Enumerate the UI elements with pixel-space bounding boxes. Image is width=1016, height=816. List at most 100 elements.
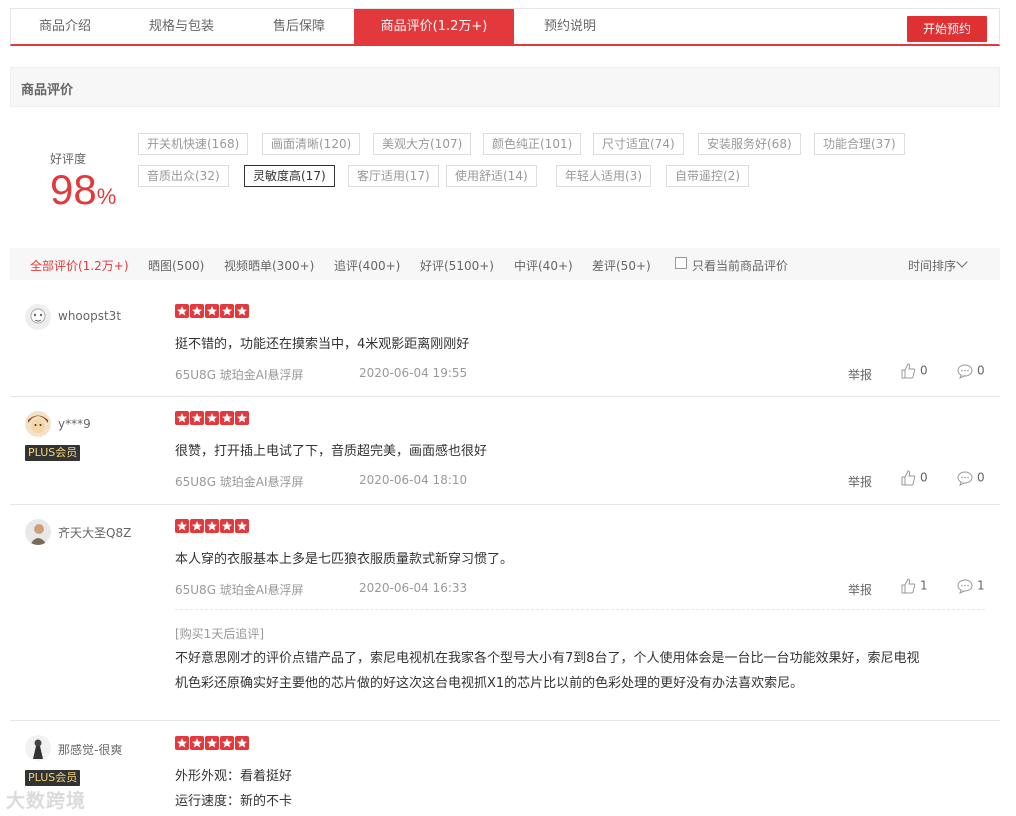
review-text-line: 运行速度：新的不卡	[175, 794, 293, 809]
comment-button[interactable]: 0	[957, 363, 985, 379]
star-icon	[175, 519, 189, 533]
review-text: 本人穿的衣服基本上多是七匹狼衣服质量款式新穿习惯了。	[175, 552, 514, 567]
plus-member-badge: PLUS会员	[25, 770, 81, 786]
review-date: 2020-06-04 19:55	[359, 366, 468, 380]
review-text: 很赞，打开插上电试了下，音质超完美，画面感也很好	[175, 444, 488, 459]
star-icon	[220, 411, 234, 425]
filter-photos[interactable]: 晒图(500)	[148, 257, 204, 274]
star-icon	[205, 304, 219, 318]
review-item: whoopst3t 挺不错的，功能还在摸索当中，4米观影距离刚刚好 65U8G …	[10, 290, 1000, 397]
tab-reviews[interactable]: 商品评价(1.2万+)	[354, 9, 514, 45]
filter-positive[interactable]: 好评(5100+)	[420, 257, 494, 274]
thumbs-up-icon	[901, 470, 916, 486]
report-link[interactable]: 举报	[848, 473, 872, 490]
tag-item[interactable]: 音质出众(32)	[138, 165, 229, 187]
star-icon	[175, 304, 189, 318]
star-rating	[175, 519, 250, 533]
tab-booking-info[interactable]: 预约说明	[514, 9, 626, 45]
review-filter-bar: 全部评价(1.2万+) 晒图(500) 视频晒单(300+) 追评(400+) …	[10, 248, 1000, 280]
star-icon	[175, 411, 189, 425]
rating-value: 98%	[50, 166, 117, 213]
tag-item[interactable]: 自带遥控(2)	[666, 165, 749, 187]
tag-item[interactable]: 开关机快速(168)	[138, 133, 249, 155]
product-tab-bar: 商品介绍 规格与包装 售后保障 商品评价(1.2万+) 预约说明 开始预约	[10, 8, 1000, 46]
tag-item-selected[interactable]: 灵敏度高(17)	[244, 165, 335, 187]
comment-button[interactable]: 0	[957, 470, 985, 486]
report-link[interactable]: 举报	[848, 366, 872, 383]
tag-item[interactable]: 使用舒适(14)	[446, 165, 537, 187]
username[interactable]: 那感觉-很爽	[58, 741, 122, 758]
username[interactable]: y***9	[58, 417, 91, 431]
review-date: 2020-06-04 18:10	[359, 473, 468, 487]
star-icon	[220, 304, 234, 318]
review-date: 2020-06-04 16:33	[359, 581, 468, 595]
review-text: 挺不错的，功能还在摸索当中，4米观影距离刚刚好	[175, 337, 470, 352]
only-current-checkbox[interactable]	[675, 257, 687, 269]
star-icon	[190, 411, 204, 425]
rating-label: 好评度	[50, 152, 87, 166]
tab-product-intro[interactable]: 商品介绍	[11, 9, 119, 45]
avatar	[25, 411, 51, 437]
tag-item[interactable]: 客厅适用(17)	[348, 165, 439, 187]
section-title: 商品评价	[21, 83, 74, 98]
report-link[interactable]: 举报	[848, 581, 872, 598]
tag-item[interactable]: 画面清晰(120)	[262, 133, 361, 155]
avatar	[25, 304, 51, 330]
plus-member-badge: PLUS会员	[25, 445, 81, 461]
filter-neutral[interactable]: 中评(40+)	[514, 257, 573, 274]
filter-followup[interactable]: 追评(400+)	[334, 257, 400, 274]
star-rating	[175, 736, 250, 750]
star-icon	[235, 411, 249, 425]
product-variant: 65U8G 琥珀金AI悬浮屏	[175, 583, 304, 597]
star-icon	[235, 519, 249, 533]
filter-all[interactable]: 全部评价(1.2万+)	[30, 257, 129, 274]
star-icon	[235, 304, 249, 318]
username[interactable]: whoopst3t	[58, 309, 121, 323]
star-icon	[220, 736, 234, 750]
sort-by-time[interactable]: 时间排序	[908, 257, 956, 274]
tag-item[interactable]: 安装服务好(68)	[698, 133, 801, 155]
tag-item[interactable]: 尺寸适宜(74)	[593, 133, 684, 155]
star-icon	[205, 736, 219, 750]
chevron-down-icon	[956, 256, 968, 268]
tab-spec-package[interactable]: 规格与包装	[119, 9, 244, 45]
avatar	[25, 735, 51, 761]
review-meta: 65U8G 琥珀金AI悬浮屏 2020-06-04 19:55	[175, 366, 467, 383]
star-icon	[235, 736, 249, 750]
product-variant: 65U8G 琥珀金AI悬浮屏	[175, 368, 304, 382]
star-rating	[175, 304, 250, 318]
filter-negative[interactable]: 差评(50+)	[592, 257, 651, 274]
review-text-line: 外形外观：看着挺好	[175, 769, 293, 784]
comment-icon	[957, 364, 973, 379]
star-icon	[220, 519, 234, 533]
followup-text: 不好意思刚才的评价点错产品了，索尼电视机在我家各个型号大小有7到8台了，个人使用…	[175, 651, 920, 691]
like-button[interactable]: 0	[900, 470, 928, 486]
review-item: 那感觉-很爽 PLUS会员 外形外观：看着挺好 运行速度：新的不卡	[10, 721, 1000, 816]
star-icon	[190, 519, 204, 533]
review-item: y***9 PLUS会员 很赞，打开插上电试了下，音质超完美，画面感也很好 65…	[10, 397, 1000, 505]
tag-item[interactable]: 颜色纯正(101)	[483, 133, 582, 155]
tab-after-sales[interactable]: 售后保障	[244, 9, 354, 45]
tag-item[interactable]: 功能合理(37)	[814, 133, 905, 155]
comment-icon	[957, 471, 973, 486]
tag-item[interactable]: 美观大方(107)	[373, 133, 472, 155]
thumbs-up-icon	[901, 363, 916, 379]
watermark: 大数跨境	[6, 790, 87, 812]
like-button[interactable]: 1	[900, 578, 928, 594]
followup-tag: [购买1天后追评]	[175, 627, 264, 641]
tag-item[interactable]: 年轻人适用(3)	[556, 165, 651, 187]
star-rating	[175, 411, 250, 425]
filter-videos[interactable]: 视频晒单(300+)	[224, 257, 314, 274]
thumbs-up-icon	[901, 578, 916, 594]
star-icon	[190, 304, 204, 318]
comment-icon	[957, 579, 973, 594]
start-booking-button[interactable]: 开始预约	[907, 16, 987, 42]
section-header: 商品评价	[10, 67, 1000, 107]
comment-button[interactable]: 1	[957, 578, 985, 594]
product-variant: 65U8G 琥珀金AI悬浮屏	[175, 475, 304, 489]
star-icon	[205, 519, 219, 533]
username[interactable]: 齐天大圣Q8Z	[58, 524, 131, 541]
review-meta: 65U8G 琥珀金AI悬浮屏 2020-06-04 18:10	[175, 473, 467, 490]
like-button[interactable]: 0	[900, 363, 928, 379]
review-meta: 65U8G 琥珀金AI悬浮屏 2020-06-04 16:33	[175, 581, 467, 598]
